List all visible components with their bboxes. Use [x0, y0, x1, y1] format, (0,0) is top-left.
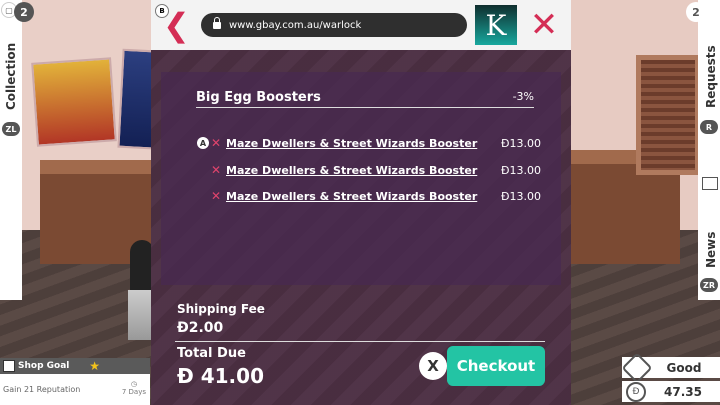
cart-header: Big Egg Boosters -3%	[196, 90, 534, 108]
collection-tab[interactable]: Collection	[4, 43, 18, 110]
collection-count-badge: 2	[14, 2, 34, 22]
cart-item-price: Đ13.00	[500, 136, 541, 150]
url-text: www.gbay.com.au/warlock	[229, 19, 362, 31]
shipping-fee-label: Shipping Fee	[177, 302, 265, 316]
right-sidebar: Requests R News ZR	[698, 0, 720, 300]
shop-goal-body: Gain 21 Reputation ◷ 7 Days	[0, 374, 150, 405]
cart-item-name[interactable]: Maze Dwellers & Street Wizards Booster	[226, 137, 501, 150]
remove-item-icon[interactable]: ✕	[211, 189, 226, 203]
browser-window: B ❮ www.gbay.com.au/warlock K ✕ Big Egg …	[151, 0, 571, 405]
cart-panel: Big Egg Boosters -3% A ✕ Maze Dwellers &…	[161, 72, 561, 285]
chevron-left-icon: ❮	[163, 6, 190, 44]
browser-toolbar: B ❮ www.gbay.com.au/warlock K ✕	[151, 0, 571, 50]
checkout-page: Big Egg Boosters -3% A ✕ Maze Dwellers &…	[151, 50, 571, 405]
cart-item-name[interactable]: Maze Dwellers & Street Wizards Booster	[226, 164, 501, 177]
cart-item-price: Đ13.00	[500, 163, 541, 177]
checkout-key-hint: X	[419, 352, 447, 380]
news-key-hint: ZR	[700, 278, 718, 292]
remove-item-icon[interactable]: ✕	[211, 136, 226, 150]
discount-badge: -3%	[512, 90, 534, 103]
goal-timer: ◷ 7 Days	[122, 380, 146, 396]
coin-icon: Đ	[626, 381, 646, 402]
close-icon: ✕	[529, 5, 559, 45]
address-bar[interactable]: www.gbay.com.au/warlock	[201, 13, 467, 37]
requests-count-badge: 2	[686, 2, 706, 22]
lock-icon	[213, 16, 221, 29]
checkout-button[interactable]: Checkout	[447, 346, 545, 386]
left-sidebar: ▢ Collection ZL	[0, 0, 22, 300]
shuttered-window	[636, 55, 700, 175]
star-icon: ★	[89, 359, 100, 373]
total-divider	[175, 341, 545, 342]
requests-key-hint: R	[700, 120, 718, 134]
reputation-status: Good	[621, 351, 720, 384]
site-logo: K	[475, 5, 517, 45]
total-due-label: Total Due	[177, 346, 246, 361]
cart-item-price: Đ13.00	[500, 189, 541, 203]
clock-icon: ◷	[130, 380, 137, 388]
collection-key-hint: ZL	[2, 122, 20, 136]
shipping-fee-value: Đ2.00	[177, 320, 224, 336]
back-button[interactable]: ❮	[163, 8, 193, 42]
goal-days: 7 Days	[121, 388, 146, 396]
cart-item-name[interactable]: Maze Dwellers & Street Wizards Booster	[226, 190, 501, 203]
goal-checkbox-icon	[3, 360, 15, 372]
close-button[interactable]: ✕	[527, 8, 561, 42]
requests-tab[interactable]: Requests	[704, 45, 718, 108]
cart-item-row[interactable]: ✕ Maze Dwellers & Street Wizards Booster…	[211, 163, 541, 177]
news-icon[interactable]	[702, 177, 718, 190]
select-key-hint: A	[197, 137, 209, 149]
money-value: 47.35	[664, 384, 702, 399]
remove-item-icon[interactable]: ✕	[211, 163, 226, 177]
goal-description: Gain 21 Reputation	[3, 385, 81, 394]
reputation-value: Good	[666, 360, 702, 375]
shop-goal-title: Shop Goal	[18, 361, 70, 371]
news-tab[interactable]: News	[704, 232, 718, 268]
money-status: Đ 47.35	[622, 381, 720, 402]
cart-item-row[interactable]: A ✕ Maze Dwellers & Street Wizards Boost…	[197, 136, 541, 150]
shop-goal-header: Shop Goal ★	[0, 358, 150, 374]
shop-goal-panel: Shop Goal ★ Gain 21 Reputation ◷ 7 Days	[0, 358, 150, 405]
cart-title: Big Egg Boosters	[196, 90, 321, 105]
warlock-poster	[31, 57, 117, 147]
total-due-value: Đ 41.00	[177, 364, 264, 388]
cart-item-row[interactable]: ✕ Maze Dwellers & Street Wizards Booster…	[211, 189, 541, 203]
